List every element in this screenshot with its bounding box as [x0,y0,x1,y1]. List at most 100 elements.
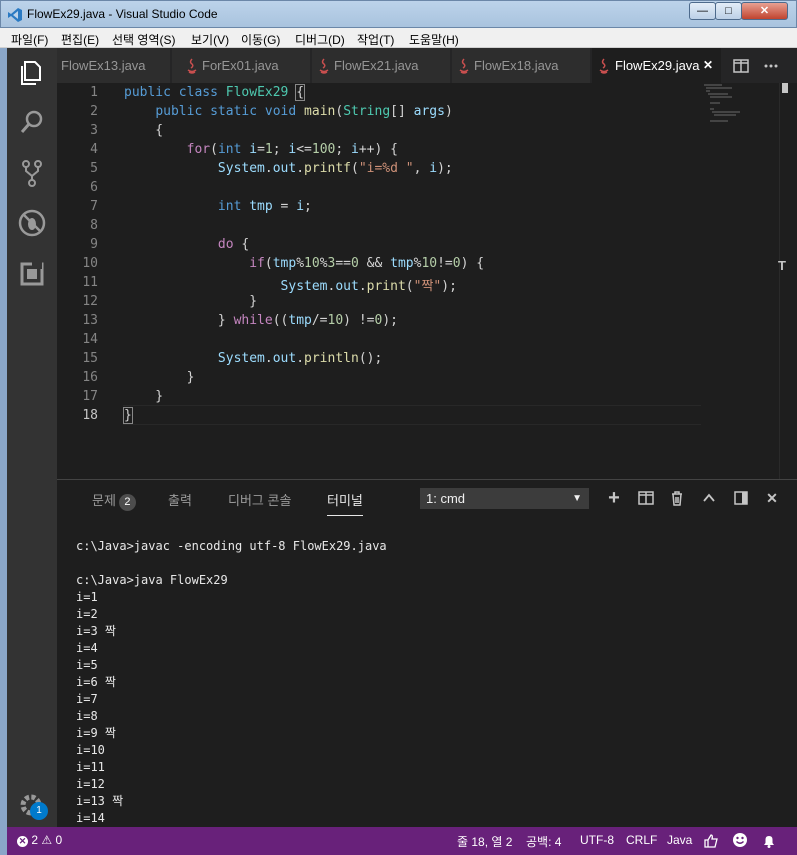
terminal-select-value: 1: cmd [426,491,466,506]
code-line: if(tmp%10%3==0 && tmp%10!=0) { [249,256,485,271]
code-line: public class FlowEx29 { [124,84,306,101]
code-line: public static void main(String[] args) [155,104,453,119]
terminal-line: i=2 [76,607,98,621]
terminal-line: i=13 짝 [76,794,124,808]
minimize-button[interactable]: — [689,2,716,20]
menu-debug[interactable]: 디버그(D) [295,31,345,48]
code-editor[interactable]: 1 2 3 4 5 6 7 8 9 10 11 12 13 14 15 16 1… [57,83,797,479]
activity-bar: 1 [7,48,57,827]
menu-tasks[interactable]: 작업(T) [357,31,394,48]
code-line: } [123,407,133,424]
terminal-line: i=12 [76,777,105,791]
settings-update-badge: 1 [30,802,48,820]
eol-status[interactable]: CRLF [626,833,657,847]
extensions-icon[interactable] [15,256,49,290]
overview-ruler-marker: T [778,258,786,273]
code-line: } [124,294,258,309]
debug-icon[interactable] [15,206,49,240]
minimap[interactable] [702,83,777,123]
terminal-line: c:\Java>java FlowEx29 [76,573,228,587]
warning-icon: ⚠ [41,833,53,847]
menu-view[interactable]: 보기(V) [191,31,229,48]
search-icon[interactable] [15,106,49,140]
terminal-line: i=9 짝 [76,726,116,740]
split-editor-icon[interactable] [733,58,749,74]
terminal-line: i=1 [76,590,98,604]
menu-go[interactable]: 이동(G) [241,31,280,48]
toggle-panel-position-icon[interactable] [732,489,750,507]
tab-label: FlowEx18.java [474,58,559,73]
cursor-position[interactable]: 줄 18, 열 2 [457,833,512,850]
more-actions-icon[interactable] [763,58,779,74]
tab-label: FlowEx13.java [61,58,146,73]
line-number: 7 [90,199,98,214]
problems-status[interactable]: ✕ 2 ⚠ 0 [17,833,62,847]
code-line: System.out.printf("i=%d ", i); [217,161,453,176]
tab-terminal[interactable]: 터미널 [327,490,363,516]
line-number: 6 [90,180,98,195]
menu-edit[interactable]: 편집(E) [61,31,99,48]
line-number: 14 [82,332,98,347]
maximize-button[interactable]: □ [715,2,742,20]
tab-close-icon[interactable]: ✕ [703,48,713,83]
split-terminal-icon[interactable] [637,489,655,507]
chevron-up-icon[interactable] [700,489,718,507]
terminal-line: i=8 [76,709,98,723]
code-line: for(int i=1; i<=100; i++) { [186,142,398,157]
tab-flowex21[interactable]: FlowEx21.java [312,48,451,83]
editor-scrollbar[interactable]: T [778,83,789,479]
title-bar: FlowEx29.java - Visual Studio Code — □ ✕ [0,0,797,28]
scrollbar-thumb[interactable] [782,83,788,93]
tab-flowex29[interactable]: FlowEx29.java ✕ [592,48,722,83]
menu-selection[interactable]: 선택 영역(S) [112,31,176,48]
tab-label: FlowEx29.java [615,58,700,73]
terminal-output[interactable]: c:\Java>javac -encoding utf-8 FlowEx29.j… [76,538,776,827]
line-number: 1 [90,85,98,100]
language-mode[interactable]: Java [667,833,692,847]
new-terminal-icon[interactable]: + [605,488,623,508]
line-number: 8 [90,218,98,233]
tab-output[interactable]: 출력 [168,490,192,509]
java-file-icon [459,58,469,74]
tab-flowex13[interactable]: FlowEx13.java [57,48,171,83]
line-number: 16 [82,370,98,385]
notification-bell-icon[interactable] [761,833,777,849]
encoding-status[interactable]: UTF-8 [580,833,614,847]
line-number: 2 [90,104,98,119]
feedback-smiley-icon[interactable] [732,832,748,848]
code-line: } while((tmp/=10) !=0); [124,313,398,328]
tab-debug-console[interactable]: 디버그 콘솔 [228,490,291,509]
explorer-icon[interactable] [15,56,49,90]
chevron-down-icon: ▼ [572,493,582,504]
current-line-highlight [123,405,701,425]
java-file-icon [319,58,329,74]
warning-count: 0 [55,833,63,847]
code-line: } [124,389,164,404]
terminal-select[interactable]: 1: cmd ▼ [420,488,589,509]
thumbs-up-icon[interactable] [703,833,719,849]
tab-label: ForEx01.java [202,58,279,73]
terminal-line: i=5 [76,658,98,672]
kill-terminal-trash-icon[interactable] [668,489,686,507]
line-number: 11 [82,275,98,290]
bottom-panel: 문제 2 출력 디버그 콘솔 터미널 1: cmd ▼ + ✕ c:\Java>ja… [57,479,797,827]
tab-forex01[interactable]: ForEx01.java [172,48,311,83]
source-control-icon[interactable] [15,156,49,190]
code-line: int tmp = i; [217,199,312,214]
tab-label: FlowEx21.java [334,58,419,73]
indentation-status[interactable]: 공백: 4 [526,833,561,850]
window-frame-edge [0,48,7,855]
menu-bar: 파일(F) 편집(E) 선택 영역(S) 보기(V) 이동(G) 디버그(D) … [0,28,797,48]
line-number: 9 [90,237,98,252]
terminal-line: i=6 짝 [76,675,116,689]
tab-problems[interactable]: 문제 2 [92,490,136,511]
menu-help[interactable]: 도움말(H) [409,31,459,48]
code-line: do { [217,237,250,252]
menu-file[interactable]: 파일(F) [11,31,48,48]
terminal-line: i=11 [76,760,105,774]
close-window-button[interactable]: ✕ [741,2,788,20]
tab-flowex18[interactable]: FlowEx18.java [452,48,591,83]
close-panel-icon[interactable]: ✕ [763,489,781,507]
java-file-icon [187,58,197,74]
